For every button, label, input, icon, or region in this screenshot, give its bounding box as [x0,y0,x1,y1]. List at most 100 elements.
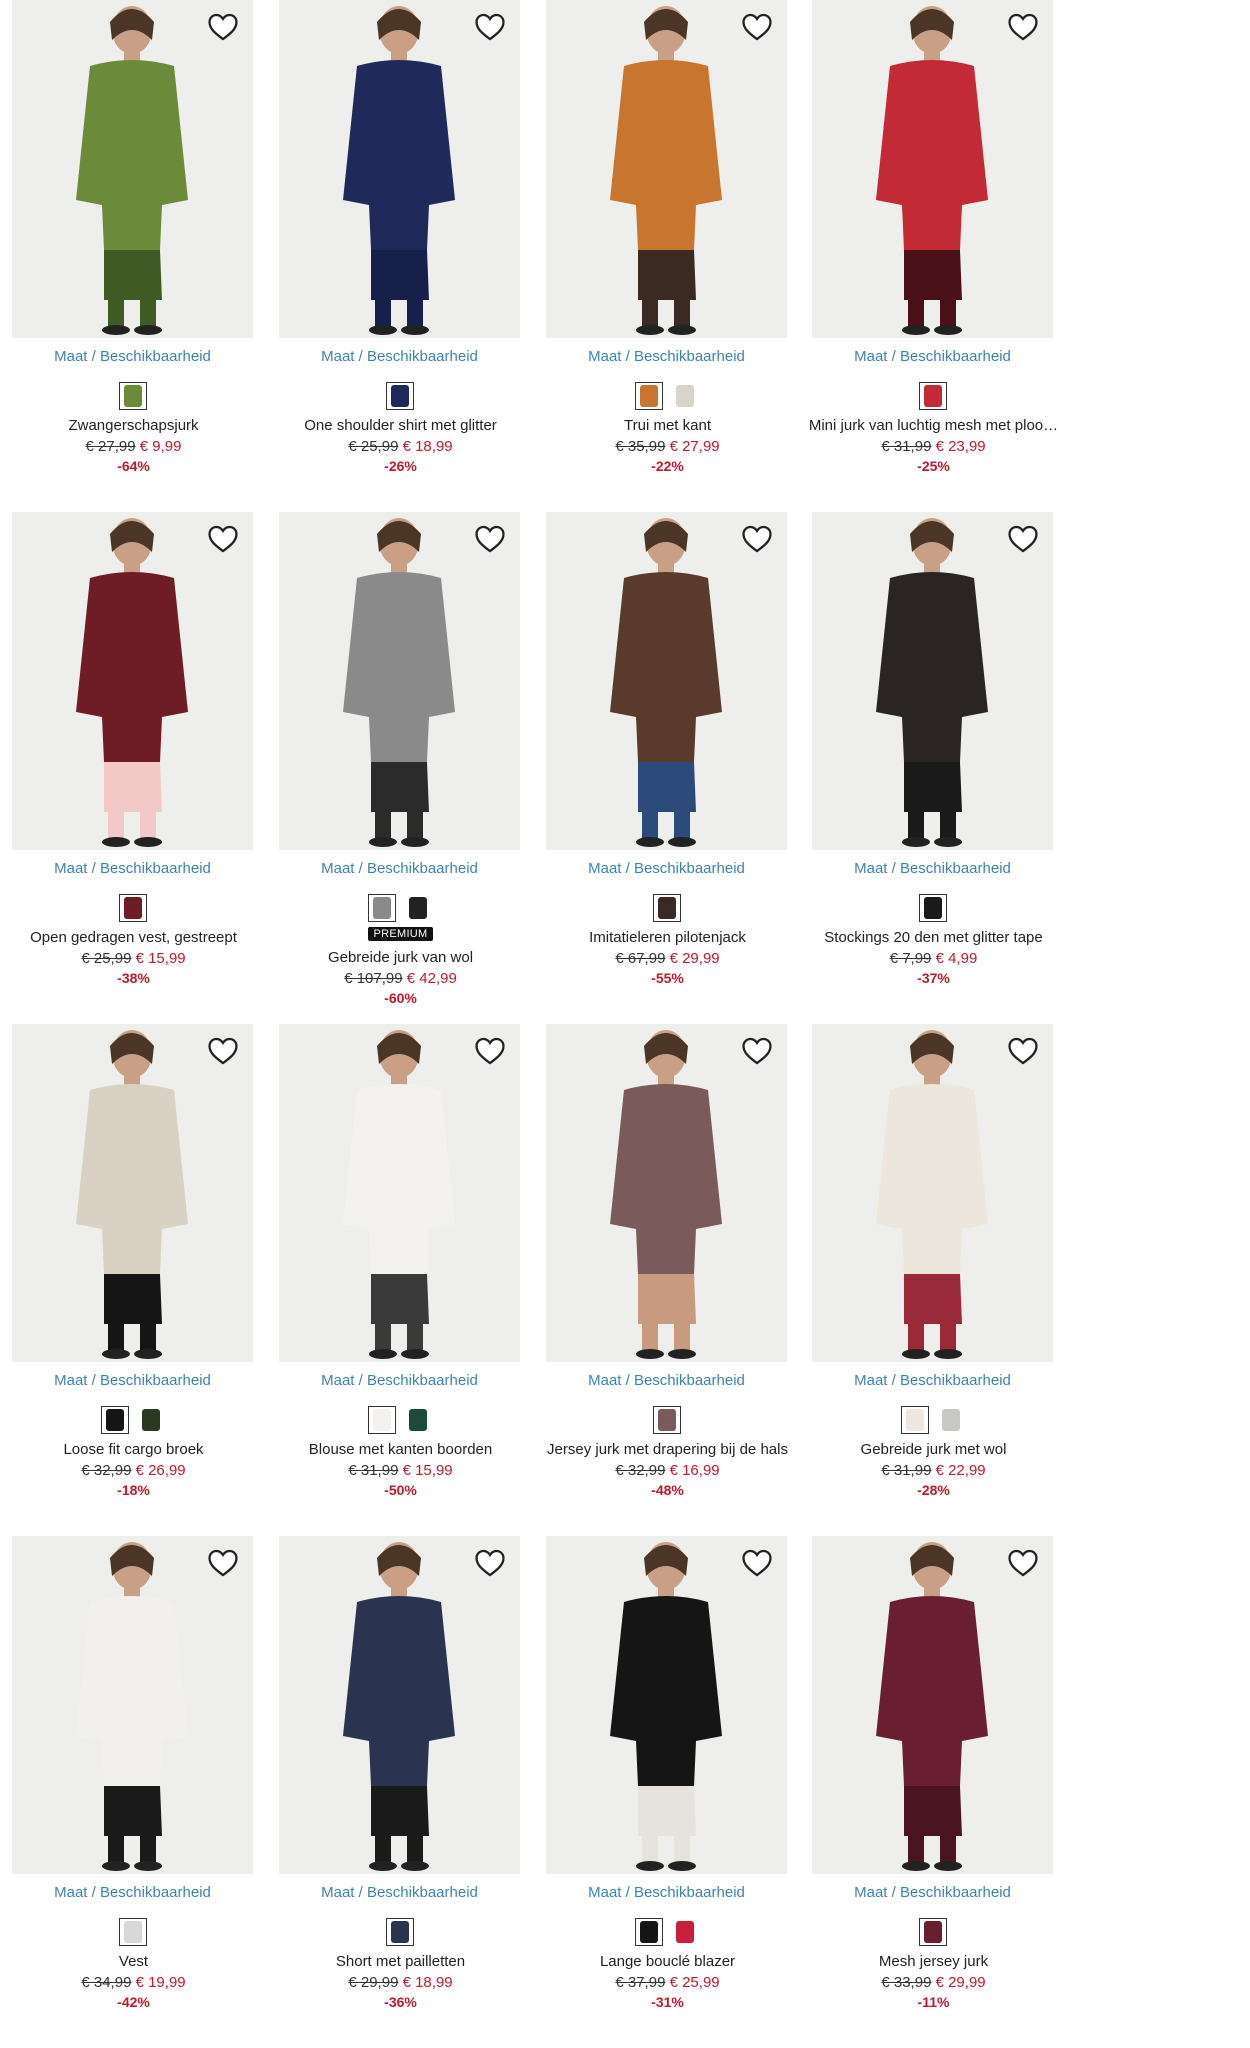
color-swatch[interactable] [918,894,947,922]
product-image[interactable] [279,512,520,850]
product-image[interactable] [812,0,1053,338]
product-card[interactable]: Maat / Beschikbaarheid Zwangerschapsjurk €… [0,0,267,512]
wishlist-heart-icon[interactable] [206,10,240,44]
size-availability-link[interactable]: Maat / Beschikbaarheid [279,860,520,877]
size-availability-link[interactable]: Maat / Beschikbaarheid [812,348,1053,365]
product-card[interactable]: Maat / Beschikbaarheid PREMIUM Gebreide ju… [267,512,534,1024]
product-name[interactable]: Trui met kant [534,417,801,434]
size-availability-link[interactable]: Maat / Beschikbaarheid [546,1372,787,1389]
product-card[interactable]: Maat / Beschikbaarheid Jersey jurk met dr… [534,1024,801,1536]
product-card[interactable]: Maat / Beschikbaarheid Gebreide jurk met … [800,1024,1067,1536]
product-name[interactable]: Short met pailletten [267,1953,534,1970]
color-swatch[interactable] [671,1918,699,1946]
product-card[interactable]: Maat / Beschikbaarheid One shoulder shirt… [267,0,534,512]
color-swatch[interactable] [118,1918,147,1946]
color-swatch[interactable] [918,1918,947,1946]
product-name[interactable]: Mesh jersey jurk [800,1953,1067,1970]
product-card[interactable]: Maat / Beschikbaarheid Blouse met kanten … [267,1024,534,1536]
product-card[interactable]: Maat / Beschikbaarheid Mini jurk van luch… [800,0,1067,512]
size-availability-link[interactable]: Maat / Beschikbaarheid [12,1884,253,1901]
product-card[interactable]: Maat / Beschikbaarheid Loose fit cargo br… [0,1024,267,1536]
product-name[interactable]: Vest [0,1953,267,1970]
wishlist-heart-icon[interactable] [473,1546,507,1580]
wishlist-heart-icon[interactable] [1006,1034,1040,1068]
wishlist-heart-icon[interactable] [206,1546,240,1580]
size-availability-link[interactable]: Maat / Beschikbaarheid [279,1884,520,1901]
wishlist-heart-icon[interactable] [206,1034,240,1068]
product-image[interactable] [546,1024,787,1362]
product-name[interactable]: Loose fit cargo broek [0,1441,267,1458]
size-availability-link[interactable]: Maat / Beschikbaarheid [12,1372,253,1389]
color-swatch[interactable] [118,894,147,922]
product-name[interactable]: Jersey jurk met drapering bij de hals [534,1441,801,1458]
product-image[interactable] [812,1536,1053,1874]
product-card[interactable]: Maat / Beschikbaarheid Open gedragen vest… [0,512,267,1024]
product-image[interactable] [546,0,787,338]
color-swatch[interactable] [367,1406,396,1434]
product-image[interactable] [12,1536,253,1874]
product-name[interactable]: Lange bouclé blazer [534,1953,801,1970]
product-image[interactable] [279,1536,520,1874]
product-image[interactable] [812,512,1053,850]
color-swatch[interactable] [671,382,699,410]
color-swatch[interactable] [652,894,681,922]
wishlist-heart-icon[interactable] [740,10,774,44]
color-swatch[interactable] [404,1406,432,1434]
product-card[interactable]: Maat / Beschikbaarheid Lange bouclé blaze… [534,1536,801,2048]
size-availability-link[interactable]: Maat / Beschikbaarheid [279,348,520,365]
size-availability-link[interactable]: Maat / Beschikbaarheid [812,1372,1053,1389]
product-name[interactable]: Gebreide jurk met wol [800,1441,1067,1458]
color-swatch[interactable] [652,1406,681,1434]
wishlist-heart-icon[interactable] [473,1034,507,1068]
product-name[interactable]: Zwangerschapsjurk [0,417,267,434]
color-swatch[interactable] [634,382,663,410]
size-availability-link[interactable]: Maat / Beschikbaarheid [279,1372,520,1389]
wishlist-heart-icon[interactable] [1006,10,1040,44]
wishlist-heart-icon[interactable] [740,522,774,556]
wishlist-heart-icon[interactable] [740,1034,774,1068]
color-swatch[interactable] [137,1406,165,1434]
size-availability-link[interactable]: Maat / Beschikbaarheid [812,1884,1053,1901]
product-name[interactable]: Mini jurk van luchtig mesh met ploo… [800,417,1067,434]
product-name[interactable]: Stockings 20 den met glitter tape [800,929,1067,946]
product-image[interactable] [812,1024,1053,1362]
wishlist-heart-icon[interactable] [473,10,507,44]
color-swatch[interactable] [367,894,396,922]
product-name[interactable]: Gebreide jurk van wol [267,949,534,966]
product-image[interactable] [546,1536,787,1874]
wishlist-heart-icon[interactable] [1006,522,1040,556]
product-image[interactable] [12,1024,253,1362]
wishlist-heart-icon[interactable] [1006,1546,1040,1580]
product-card[interactable]: Maat / Beschikbaarheid Vest € 34,99 € 19,9… [0,1536,267,2048]
size-availability-link[interactable]: Maat / Beschikbaarheid [546,1884,787,1901]
color-swatch[interactable] [937,1406,965,1434]
color-swatch[interactable] [900,1406,929,1434]
product-image[interactable] [12,512,253,850]
product-image[interactable] [279,1024,520,1362]
size-availability-link[interactable]: Maat / Beschikbaarheid [12,860,253,877]
product-image[interactable] [279,0,520,338]
color-swatch[interactable] [385,382,414,410]
color-swatch[interactable] [118,382,147,410]
product-card[interactable]: Maat / Beschikbaarheid Trui met kant € 35,… [534,0,801,512]
wishlist-heart-icon[interactable] [206,522,240,556]
product-card[interactable]: Maat / Beschikbaarheid Stockings 20 den m… [800,512,1067,1024]
color-swatch[interactable] [385,1918,414,1946]
size-availability-link[interactable]: Maat / Beschikbaarheid [546,348,787,365]
size-availability-link[interactable]: Maat / Beschikbaarheid [546,860,787,877]
product-name[interactable]: Imitatieleren pilotenjack [534,929,801,946]
product-card[interactable]: Maat / Beschikbaarheid Short met paillett… [267,1536,534,2048]
product-name[interactable]: Blouse met kanten boorden [267,1441,534,1458]
size-availability-link[interactable]: Maat / Beschikbaarheid [812,860,1053,877]
size-availability-link[interactable]: Maat / Beschikbaarheid [12,348,253,365]
product-image[interactable] [546,512,787,850]
product-card[interactable]: Maat / Beschikbaarheid Imitatieleren pilo… [534,512,801,1024]
product-name[interactable]: Open gedragen vest, gestreept [0,929,267,946]
product-card[interactable]: Maat / Beschikbaarheid Mesh jersey jurk € … [800,1536,1067,2048]
product-name[interactable]: One shoulder shirt met glitter [267,417,534,434]
color-swatch[interactable] [918,382,947,410]
color-swatch[interactable] [100,1406,129,1434]
wishlist-heart-icon[interactable] [740,1546,774,1580]
product-image[interactable] [12,0,253,338]
color-swatch[interactable] [634,1918,663,1946]
